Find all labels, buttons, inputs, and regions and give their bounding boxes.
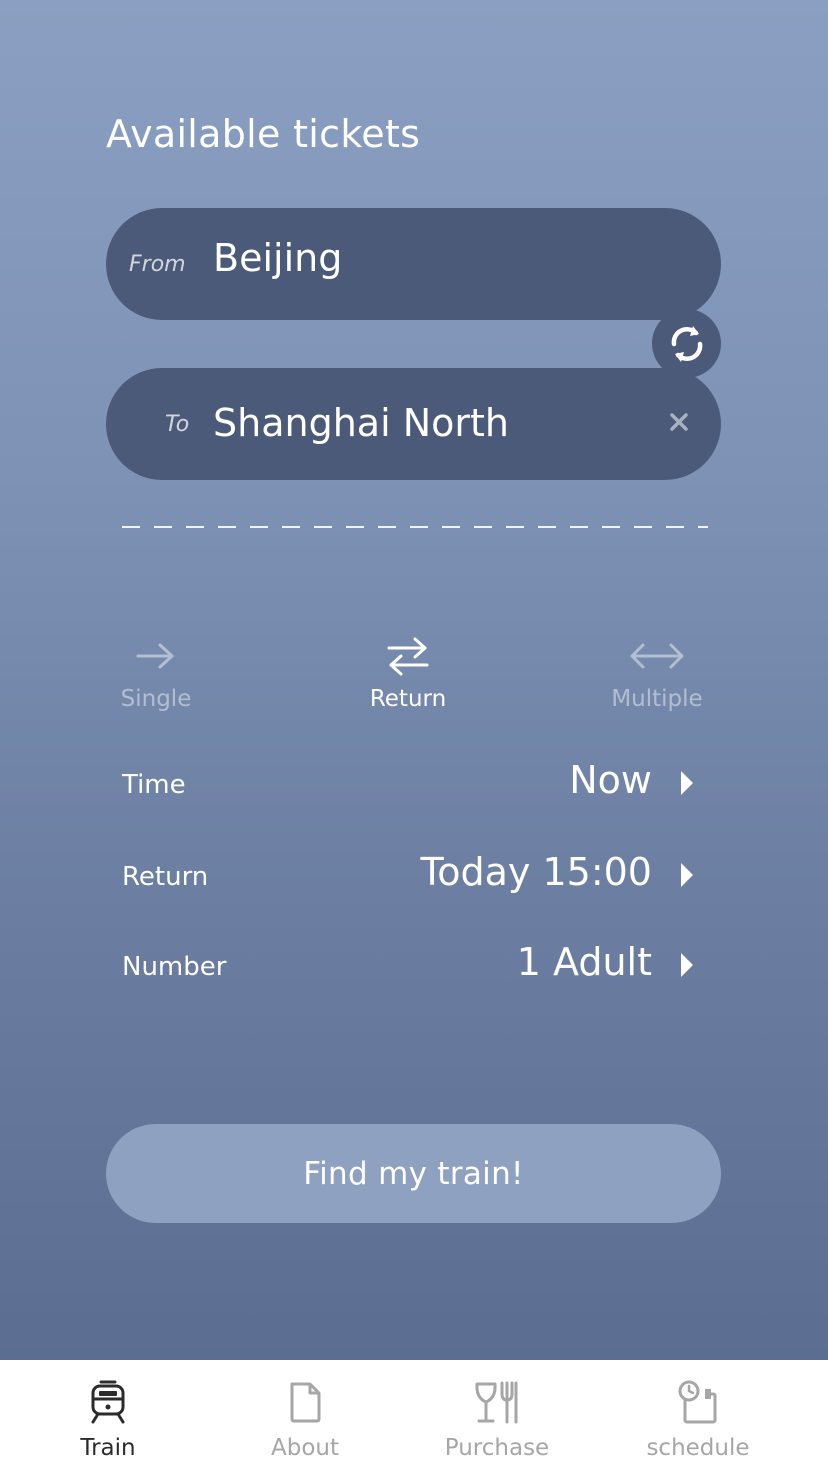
arrow-right-icon <box>136 643 174 669</box>
to-label: To <box>165 412 190 437</box>
number-row[interactable]: Number 1 Adult <box>122 938 708 998</box>
find-train-button[interactable]: Find my train! <box>106 1124 721 1223</box>
tab-purchase[interactable]: Purchase <box>407 1360 587 1472</box>
time-label: Time <box>122 770 186 800</box>
tab-bar: Train About Purchase schedule <box>0 1360 828 1472</box>
tab-label: Purchase <box>444 1435 550 1461</box>
tab-label: Train <box>80 1435 136 1461</box>
refresh-icon <box>671 325 702 362</box>
trip-type-label: Single <box>120 686 192 712</box>
return-row[interactable]: Return Today 15:00 <box>122 848 708 908</box>
tab-about[interactable]: About <box>215 1360 395 1472</box>
tab-schedule[interactable]: schedule <box>608 1360 788 1472</box>
trip-type-label: Multiple <box>611 686 703 712</box>
time-value: Now <box>569 758 652 802</box>
to-field[interactable]: To Shanghai North <box>106 368 721 480</box>
dining-icon <box>475 1381 518 1424</box>
chevron-right-icon <box>681 953 693 977</box>
main-panel: Available tickets From Beijing To Shangh… <box>0 0 828 1360</box>
divider <box>122 526 708 528</box>
trip-type-return[interactable]: Return <box>343 628 473 712</box>
from-field[interactable]: From Beijing <box>106 208 721 320</box>
from-value: Beijing <box>213 236 343 280</box>
trip-type-label: Return <box>369 686 447 712</box>
close-icon <box>670 413 688 431</box>
tab-label: schedule <box>646 1435 750 1461</box>
clear-destination-button[interactable] <box>663 406 695 438</box>
document-icon <box>290 1382 321 1423</box>
chevron-right-icon <box>681 771 693 795</box>
arrow-both-icon <box>630 643 684 669</box>
tab-train[interactable]: Train <box>18 1360 198 1472</box>
chevron-right-icon <box>681 863 693 887</box>
to-value: Shanghai North <box>213 401 509 445</box>
tab-label: About <box>270 1435 339 1461</box>
return-label: Return <box>122 862 209 892</box>
return-value: Today 15:00 <box>420 850 653 894</box>
train-icon <box>91 1380 125 1424</box>
swap-stations-button[interactable] <box>652 309 721 378</box>
number-value: 1 Adult <box>516 940 652 984</box>
from-label: From <box>129 252 186 277</box>
page-title: Available tickets <box>106 112 421 156</box>
time-row[interactable]: Time Now <box>122 756 708 816</box>
trip-type-single[interactable]: Single <box>91 628 221 712</box>
swap-arrows-icon <box>387 637 429 676</box>
trip-type-multiple[interactable]: Multiple <box>592 628 722 712</box>
schedule-icon <box>678 1380 717 1424</box>
number-label: Number <box>122 952 227 982</box>
